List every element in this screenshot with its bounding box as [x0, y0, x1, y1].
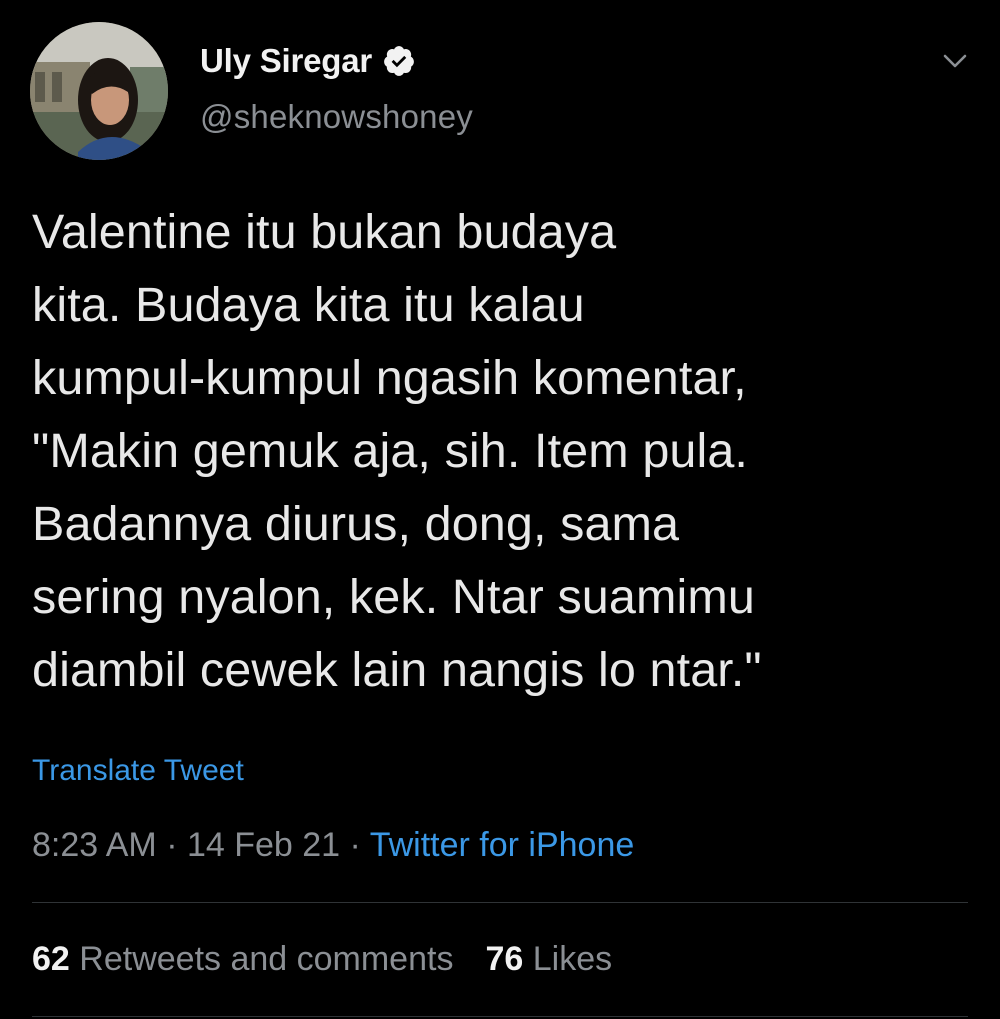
retweets-label: Retweets and comments [79, 940, 454, 978]
verified-badge-icon [382, 44, 416, 78]
translate-tweet-link[interactable]: Translate Tweet [32, 754, 244, 788]
meta-separator: · [340, 826, 370, 864]
divider [32, 1016, 968, 1017]
display-name-row: Uly Siregar [200, 38, 473, 84]
avatar[interactable] [30, 22, 168, 160]
chevron-down-icon [943, 54, 967, 68]
tweet-text: Valentine itu bukan budaya kita. Budaya … [32, 205, 762, 697]
tweet-source-link[interactable]: Twitter for iPhone [370, 826, 635, 864]
tweet-time: 8:23 AM [32, 826, 157, 864]
tweet-detail: Uly Siregar @sheknowshoney Valentine itu… [0, 0, 1000, 1019]
tweet-date: 14 Feb 21 [186, 826, 341, 864]
likes-count: 76 [485, 940, 524, 978]
tweet-meta: 8:23 AM · 14 Feb 21 · Twitter for iPhone [32, 826, 634, 865]
more-options-button[interactable] [940, 46, 970, 76]
user-block: Uly Siregar @sheknowshoney [200, 38, 473, 136]
divider [32, 902, 968, 903]
likes-label: Likes [532, 940, 613, 978]
meta-separator: · [156, 826, 187, 864]
retweets-stat[interactable]: 62 Retweets and comments [32, 940, 453, 978]
display-name[interactable]: Uly Siregar [200, 42, 372, 80]
avatar-photo [30, 22, 168, 160]
retweets-count: 62 [32, 940, 70, 978]
likes-stat[interactable]: 76 Likes [485, 940, 612, 978]
user-handle[interactable]: @sheknowshoney [200, 98, 473, 136]
tweet-stats: 62 Retweets and comments 76 Likes [32, 940, 612, 979]
